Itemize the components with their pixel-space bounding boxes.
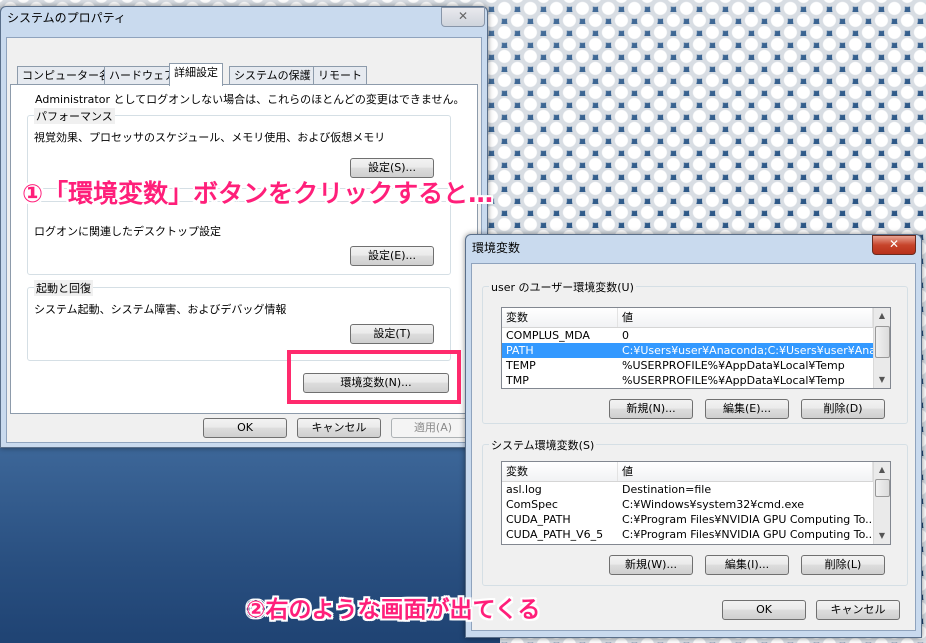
system-vars-header: 変数 値 <box>502 462 873 482</box>
environment-variables-window: 環境変数 ✕ user のユーザー環境変数(U) 変数 値 COMPLUS_MD… <box>465 234 922 638</box>
scroll-up-icon[interactable]: ▲ <box>874 462 890 478</box>
user-vars-header: 変数 値 <box>502 308 873 328</box>
col-value[interactable]: 値 <box>618 462 873 481</box>
startup-settings-button[interactable]: 設定(T) <box>350 324 434 344</box>
user-vars-group: user のユーザー環境変数(U) 変数 値 COMPLUS_MDA 0 PAT… <box>482 279 908 424</box>
var-name: asl.log <box>506 483 542 496</box>
performance-title: パフォーマンス <box>34 108 115 124</box>
table-row[interactable]: CUDA_PATH C:¥Program Files¥NVIDIA GPU Co… <box>502 512 873 527</box>
system-vars-scrollbar[interactable]: ▲ ▼ <box>873 462 890 544</box>
startup-recovery-title: 起動と回復 <box>34 280 93 296</box>
scroll-down-icon[interactable]: ▼ <box>874 528 890 544</box>
env-close-button[interactable]: ✕ <box>872 235 916 255</box>
var-value: C:¥Program Files¥NVIDIA GPU Computing To… <box>622 513 873 526</box>
apply-button[interactable]: 適用(A) <box>391 418 475 438</box>
var-name: CUDA_PATH_V6_5 <box>506 528 604 541</box>
var-name: COMPLUS_MDA <box>506 329 590 342</box>
admin-note: Administrator としてログオンしない場合は、これらのほとんどの変更は… <box>35 93 465 106</box>
close-button[interactable]: ✕ <box>441 7 485 27</box>
var-value: C:¥Users¥user¥Anaconda;C:¥Users¥user¥Ana… <box>622 344 873 357</box>
var-value: C:¥Program Files¥NVIDIA GPU Computing To… <box>622 528 873 541</box>
ok-button[interactable]: OK <box>203 418 287 438</box>
user-new-button[interactable]: 新規(N)... <box>609 399 693 419</box>
var-name: PATH <box>506 344 534 357</box>
var-name: CUDA_PATH <box>506 513 571 526</box>
startup-recovery-desc: システム起動、システム障害、およびデバッグ情報 <box>34 303 287 316</box>
env-client-area: user のユーザー環境変数(U) 変数 値 COMPLUS_MDA 0 PAT… <box>471 263 916 631</box>
annotation-step1: ①「環境変数」ボタンをクリックすると… <box>22 179 494 208</box>
user-profile-group: ログオンに関連したデスクトップ設定 設定(E)... <box>27 201 451 275</box>
var-value: Destination=file <box>622 483 712 496</box>
system-edit-button[interactable]: 編集(I)... <box>705 555 789 575</box>
table-row[interactable]: COMPLUS_MDA 0 <box>502 328 873 343</box>
user-vars-title: user のユーザー環境変数(U) <box>489 279 636 295</box>
var-name: TEMP <box>506 359 536 372</box>
table-row[interactable]: CUDA_PATH_V6_5 C:¥Program Files¥NVIDIA G… <box>502 527 873 542</box>
user-delete-button[interactable]: 削除(D) <box>801 399 885 419</box>
scroll-thumb[interactable] <box>875 479 890 497</box>
window-title: システムのプロパティ <box>7 11 126 25</box>
tab-advanced[interactable]: 詳細設定 <box>169 63 223 86</box>
var-value: %USERPROFILE%¥AppData¥Local¥Temp <box>622 359 845 372</box>
var-value: %USERPROFILE%¥AppData¥Local¥Temp <box>622 374 845 387</box>
table-row[interactable]: ComSpec C:¥Windows¥system32¥cmd.exe <box>502 497 873 512</box>
table-row[interactable]: TMP %USERPROFILE%¥AppData¥Local¥Temp <box>502 373 873 388</box>
highlight-env-button <box>287 350 461 404</box>
env-window-title: 環境変数 <box>472 241 521 255</box>
cancel-button[interactable]: キャンセル <box>297 418 381 438</box>
table-row-selected[interactable]: PATH C:¥Users¥user¥Anaconda;C:¥Users¥use… <box>502 343 873 358</box>
system-vars-title: システム環境変数(S) <box>489 437 597 453</box>
user-profile-desc: ログオンに関連したデスクトップ設定 <box>34 225 221 238</box>
col-value[interactable]: 値 <box>618 308 873 327</box>
var-name: TMP <box>506 374 529 387</box>
annotation-step2: ②右のような画面が出てくる <box>246 597 541 623</box>
user-edit-button[interactable]: 編集(E)... <box>705 399 789 419</box>
system-vars-list[interactable]: 変数 値 asl.log Destination=file ComSpec C:… <box>501 461 891 545</box>
tab-system-protection[interactable]: システムの保護 <box>229 66 316 85</box>
user-vars-scrollbar[interactable]: ▲ ▼ <box>873 308 890 388</box>
user-vars-list[interactable]: 変数 値 COMPLUS_MDA 0 PATH C:¥Users¥user¥An… <box>501 307 891 389</box>
performance-desc: 視覚効果、プロセッサのスケジュール、メモリ使用、および仮想メモリ <box>34 131 386 144</box>
scroll-up-icon[interactable]: ▲ <box>874 308 890 324</box>
env-cancel-button[interactable]: キャンセル <box>816 600 900 620</box>
scroll-down-icon[interactable]: ▼ <box>874 372 890 388</box>
col-variable[interactable]: 変数 <box>502 308 618 327</box>
table-row[interactable]: asl.log Destination=file <box>502 482 873 497</box>
env-ok-button[interactable]: OK <box>722 600 806 620</box>
user-profile-settings-button[interactable]: 設定(E)... <box>350 246 434 266</box>
tab-remote[interactable]: リモート <box>313 66 367 85</box>
tab-computer-name[interactable]: コンピューター名 <box>17 66 115 85</box>
system-delete-button[interactable]: 削除(L) <box>801 555 885 575</box>
system-vars-group: システム環境変数(S) 変数 値 asl.log Destination=fil… <box>482 437 908 586</box>
var-value: 0 <box>622 329 629 342</box>
var-name: ComSpec <box>506 498 558 511</box>
table-row[interactable]: TEMP %USERPROFILE%¥AppData¥Local¥Temp <box>502 358 873 373</box>
system-new-button[interactable]: 新規(W)... <box>609 555 693 575</box>
scroll-thumb[interactable] <box>875 326 890 358</box>
col-variable[interactable]: 変数 <box>502 462 618 481</box>
var-value: C:¥Windows¥system32¥cmd.exe <box>622 498 805 511</box>
